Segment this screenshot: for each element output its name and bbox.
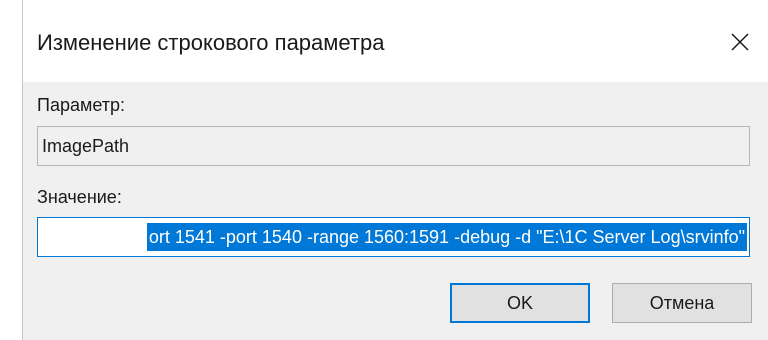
dialog-title: Изменение строкового параметра [37, 30, 385, 55]
edit-string-dialog: Изменение строкового параметра Параметр:… [23, 0, 768, 340]
ok-button[interactable]: OK [450, 283, 590, 323]
parameter-name-field: ImagePath [37, 126, 750, 166]
dialog-titlebar: Изменение строкового параметра [23, 0, 768, 82]
screen: Изменение строкового параметра Параметр:… [0, 0, 768, 340]
dialog-body: Параметр: ImagePath Значение: ort 1541 -… [23, 82, 768, 340]
close-button[interactable] [720, 22, 760, 62]
close-icon [731, 33, 749, 51]
value-label: Значение: [37, 187, 122, 207]
cancel-button[interactable]: Отмена [612, 283, 752, 323]
parameter-label: Параметр: [37, 95, 126, 115]
value-data-selected-text: ort 1541 -port 1540 -range 1560:1591 -de… [146, 223, 747, 251]
value-data-input[interactable]: ort 1541 -port 1540 -range 1560:1591 -de… [37, 217, 750, 257]
